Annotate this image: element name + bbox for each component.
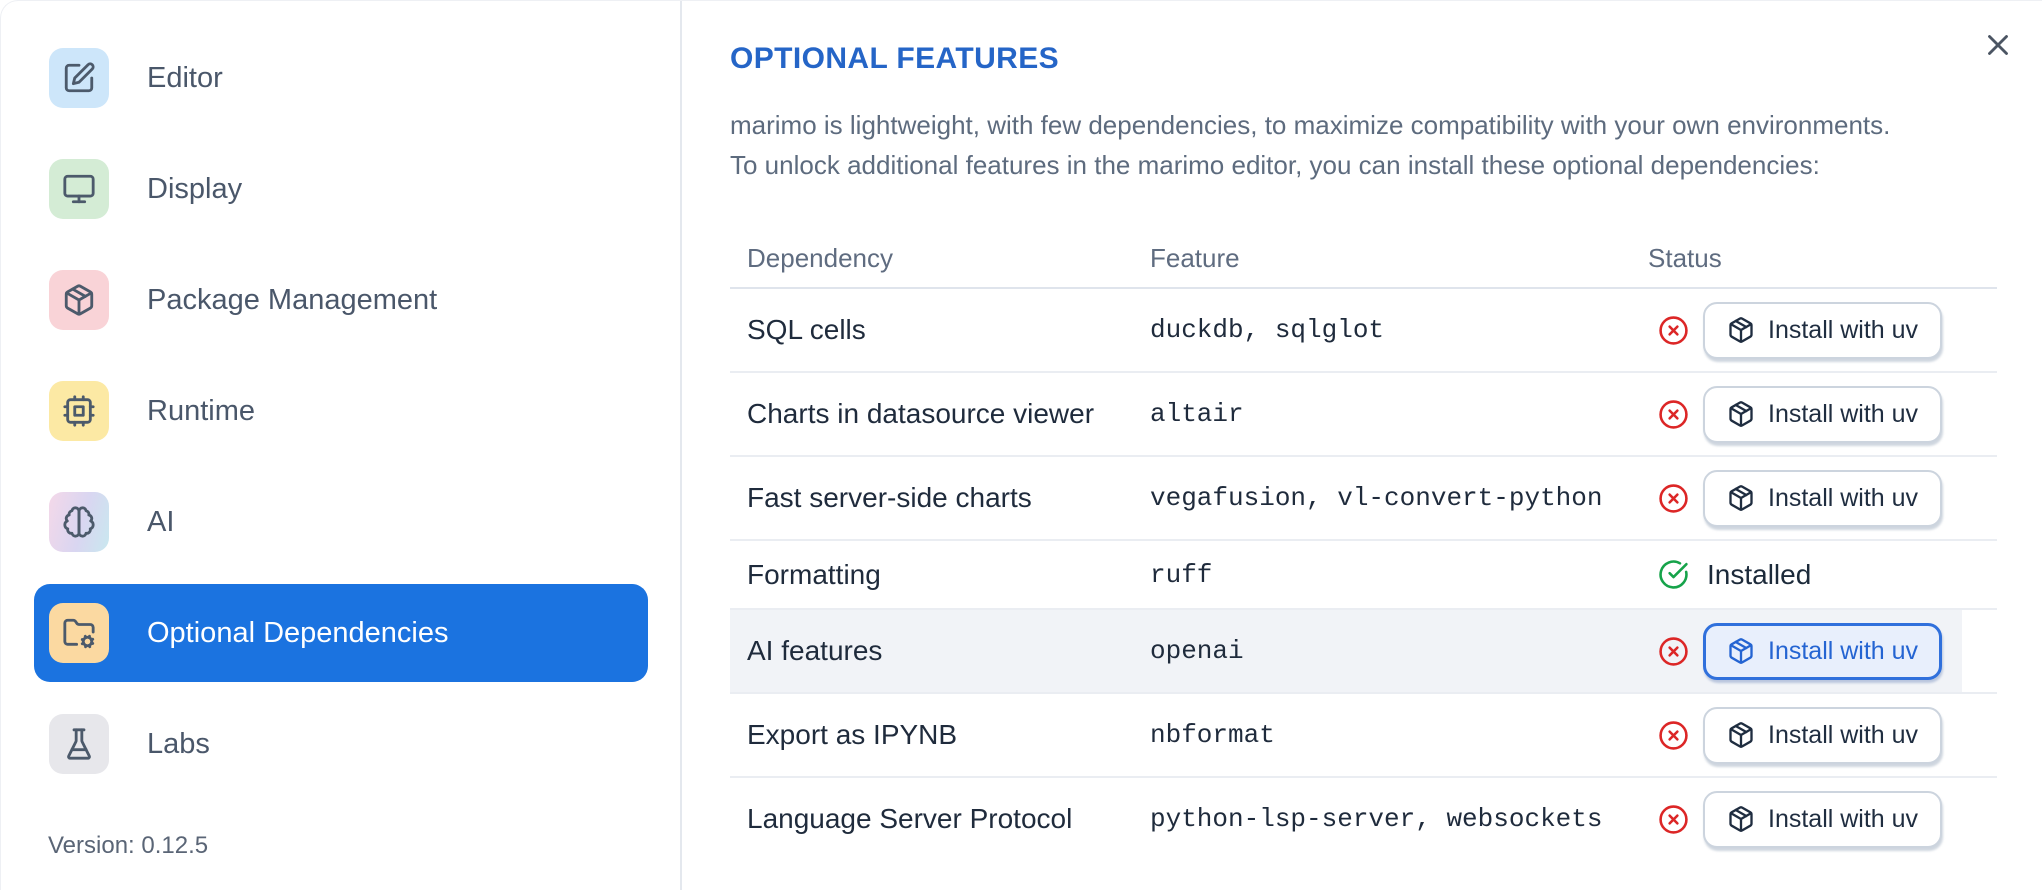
dependency-cell: Fast server-side charts	[747, 482, 1032, 513]
column-header-feature: Feature	[1150, 242, 1240, 273]
status-cell: Install with uv	[1648, 790, 1997, 848]
folder-cog-icon	[49, 603, 109, 663]
install-with-uv-button[interactable]: Install with uv	[1703, 790, 1943, 848]
status-cell: Install with uv	[1648, 469, 1997, 527]
sidebar-item-optional-dependencies[interactable]: Optional Dependencies	[34, 584, 648, 682]
install-with-uv-button[interactable]: Install with uv	[1703, 469, 1943, 527]
table-row: AI features openai Install with uv	[730, 610, 1997, 694]
cpu-icon	[49, 381, 109, 441]
sidebar-item-editor[interactable]: Editor	[34, 29, 648, 127]
circle-x-icon	[1658, 483, 1689, 514]
status-cell: Installed	[1648, 559, 1997, 591]
sidebar-items: Editor Display Package Management Runtime AI…	[34, 29, 680, 806]
circle-x-icon	[1658, 720, 1689, 751]
sidebar-item-label: Labs	[147, 727, 210, 760]
install-button-label: Install with uv	[1768, 315, 1919, 344]
package-icon	[1727, 637, 1755, 665]
description-line: marimo is lightweight, with few dependen…	[730, 110, 1891, 140]
version-label: Version: 0.12.5	[48, 832, 209, 859]
dependency-cell: Charts in datasource viewer	[747, 398, 1095, 429]
sidebar-item-label: Package Management	[147, 283, 438, 316]
circle-x-icon	[1658, 804, 1689, 835]
circle-x-icon	[1658, 399, 1689, 430]
package-icon	[1727, 316, 1755, 344]
table-row: Formatting ruff Installed	[730, 541, 1997, 610]
status-cell: Install with uv	[1648, 622, 1997, 680]
feature-cell: altair	[1150, 399, 1244, 429]
status-cell: Install with uv	[1648, 706, 1997, 764]
sidebar-item-runtime[interactable]: Runtime	[34, 362, 648, 460]
status-cell: Install with uv	[1648, 385, 1997, 443]
dependency-cell: Formatting	[747, 558, 881, 590]
settings-content: OPTIONAL FEATURES marimo is lightweight,…	[682, 1, 2042, 890]
installed-label: Installed	[1707, 558, 1812, 590]
close-button[interactable]	[1981, 28, 2015, 62]
table-row: SQL cells duckdb, sqlglot Install with uv	[730, 289, 1997, 373]
feature-cell: vegafusion, vl-convert-python	[1150, 483, 1603, 513]
dependency-cell: SQL cells	[747, 314, 866, 345]
sidebar-item-label: Optional Dependencies	[147, 616, 449, 649]
sidebar-item-package-management[interactable]: Package Management	[34, 251, 648, 349]
table-row: Fast server-side charts vegafusion, vl-co…	[730, 457, 1997, 541]
install-with-uv-button[interactable]: Install with uv	[1703, 385, 1943, 443]
install-with-uv-button[interactable]: Install with uv	[1703, 622, 1943, 680]
brain-icon	[49, 492, 109, 552]
page-title: OPTIONAL FEATURES	[730, 42, 1060, 75]
sidebar-item-label: Runtime	[147, 394, 255, 427]
feature-cell: openai	[1150, 636, 1244, 666]
install-with-uv-button[interactable]: Install with uv	[1703, 301, 1943, 359]
sidebar-item-label: Display	[147, 172, 243, 205]
optional-features-table: Dependency Feature Status SQL cells duckd…	[730, 229, 1997, 860]
sidebar-item-labs[interactable]: Labs	[34, 695, 648, 793]
close-icon	[1981, 28, 2015, 62]
install-button-label: Install with uv	[1768, 483, 1919, 512]
package-icon	[1727, 805, 1755, 833]
description: marimo is lightweight, with few dependen…	[730, 105, 1997, 185]
package-icon	[1727, 400, 1755, 428]
install-button-label: Install with uv	[1768, 720, 1919, 749]
table-header-row: Dependency Feature Status	[730, 229, 1997, 289]
dependency-cell: AI features	[747, 635, 883, 666]
table-row: Language Server Protocol python-lsp-serve…	[730, 778, 1997, 860]
sidebar-item-label: AI	[147, 505, 175, 538]
circle-x-icon	[1658, 636, 1689, 667]
install-button-label: Install with uv	[1768, 804, 1919, 833]
install-with-uv-button[interactable]: Install with uv	[1703, 706, 1943, 764]
sidebar-item-ai[interactable]: AI	[34, 473, 648, 571]
table-row: Charts in datasource viewer altair Install…	[730, 373, 1997, 457]
package-icon	[1727, 721, 1755, 749]
dependency-cell: Export as IPYNB	[747, 719, 958, 750]
dependency-cell: Language Server Protocol	[747, 803, 1073, 834]
column-header-status: Status	[1648, 242, 1722, 273]
flask-conical-icon	[49, 714, 109, 774]
package-icon	[1727, 484, 1755, 512]
circle-check-icon	[1658, 559, 1689, 590]
feature-cell: duckdb, sqlglot	[1150, 315, 1385, 345]
monitor-icon	[49, 159, 109, 219]
table-body: SQL cells duckdb, sqlglot Install with uv C…	[730, 289, 1997, 860]
sidebar-item-label: Editor	[147, 61, 223, 94]
install-button-label: Install with uv	[1768, 399, 1919, 428]
feature-cell: python-lsp-server, websockets	[1150, 804, 1603, 834]
status-cell: Install with uv	[1648, 301, 1997, 359]
column-header-dependency: Dependency	[747, 242, 893, 273]
square-pen-icon	[49, 48, 109, 108]
table-row: Export as IPYNB nbformat Install with uv	[730, 694, 1997, 778]
install-button-label: Install with uv	[1768, 636, 1919, 665]
feature-cell: nbformat	[1150, 720, 1275, 750]
description-line: To unlock additional features in the mar…	[730, 150, 1820, 180]
circle-x-icon	[1658, 315, 1689, 346]
sidebar-item-display[interactable]: Display	[34, 140, 648, 238]
feature-cell: ruff	[1150, 559, 1213, 590]
settings-dialog: Editor Display Package Management Runtime AI…	[0, 0, 2042, 890]
settings-sidebar: Editor Display Package Management Runtime AI…	[1, 1, 682, 890]
package-icon	[49, 270, 109, 330]
